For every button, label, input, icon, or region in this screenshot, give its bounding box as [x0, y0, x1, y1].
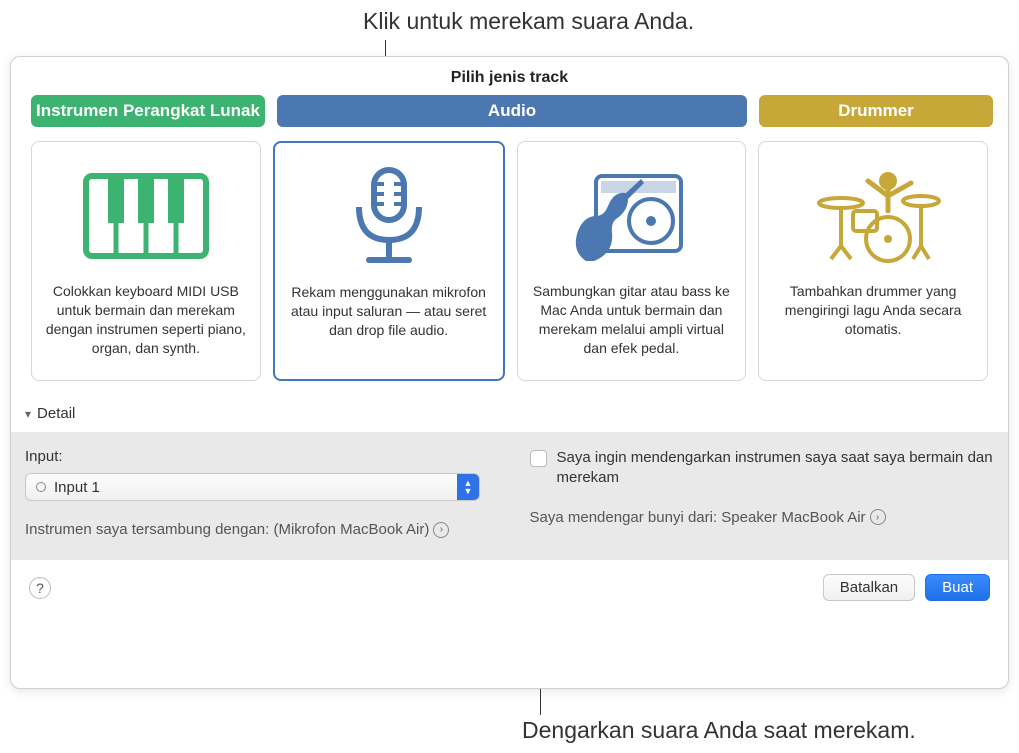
input-select[interactable]: Input 1 ▲▼ [25, 473, 480, 501]
card-audio-mic[interactable]: Rekam menggunakan mikrofon atau input sa… [273, 141, 505, 381]
monitoring-label: Saya ingin mendengarkan instrumen saya s… [557, 448, 995, 489]
cancel-button[interactable]: Batalkan [823, 574, 915, 601]
create-button[interactable]: Buat [925, 574, 990, 601]
detail-panel: Input: Input 1 ▲▼ Instrumen saya tersamb… [11, 432, 1008, 560]
detail-disclosure[interactable]: ▾ Detail [11, 381, 1008, 432]
tab-software-instrument[interactable]: Instrumen Perangkat Lunak [31, 95, 265, 127]
track-type-tabs: Instrumen Perangkat Lunak Audio Drummer [11, 95, 1008, 127]
select-stepper-icon: ▲▼ [457, 474, 479, 500]
tab-drummer[interactable]: Drummer [759, 95, 993, 127]
go-arrow-icon: › [870, 509, 886, 525]
track-cards: Colokkan keyboard MIDI USB untuk bermain… [11, 127, 1008, 381]
guitar-amp-icon [566, 156, 696, 276]
chevron-down-icon: ▾ [25, 407, 31, 421]
card-guitar-desc: Sambungkan gitar atau bass ke Mac Anda u… [530, 282, 734, 358]
input-select-value: Input 1 [54, 479, 100, 496]
output-device-text[interactable]: Saya mendengar bunyi dari: Speaker MacBo… [530, 509, 995, 526]
card-software-instrument[interactable]: Colokkan keyboard MIDI USB untuk bermain… [31, 141, 261, 381]
callout-bottom-text: Dengarkan suara Anda saat merekam. [522, 717, 916, 744]
card-drummer-desc: Tambahkan drummer yang mengiringi lagu A… [771, 282, 975, 339]
keyboard-icon [81, 156, 211, 276]
drummer-icon [803, 156, 943, 276]
input-label: Input: [25, 448, 490, 465]
new-track-dialog: Pilih jenis track Instrumen Perangkat Lu… [10, 56, 1009, 689]
microphone-icon [334, 157, 444, 277]
monitoring-checkbox[interactable] [530, 450, 547, 467]
card-drummer[interactable]: Tambahkan drummer yang mengiringi lagu A… [758, 141, 988, 381]
input-channel-icon [36, 482, 46, 492]
dialog-title: Pilih jenis track [11, 57, 1008, 95]
input-device-text[interactable]: Instrumen saya tersambung dengan: (Mikro… [25, 521, 490, 538]
card-audio-guitar[interactable]: Sambungkan gitar atau bass ke Mac Anda u… [517, 141, 747, 381]
help-button[interactable]: ? [29, 577, 51, 599]
detail-label: Detail [37, 405, 75, 422]
detail-input-column: Input: Input 1 ▲▼ Instrumen saya tersamb… [25, 448, 490, 538]
tab-audio[interactable]: Audio [277, 95, 747, 127]
detail-monitor-column: Saya ingin mendengarkan instrumen saya s… [530, 448, 995, 538]
go-arrow-icon: › [433, 522, 449, 538]
card-software-desc: Colokkan keyboard MIDI USB untuk bermain… [44, 282, 248, 358]
callout-top-text: Klik untuk merekam suara Anda. [363, 8, 694, 35]
output-device-label: Saya mendengar bunyi dari: Speaker MacBo… [530, 509, 866, 526]
input-device-label: Instrumen saya tersambung dengan: (Mikro… [25, 521, 429, 538]
card-mic-desc: Rekam menggunakan mikrofon atau input sa… [287, 283, 491, 340]
dialog-footer: ? Batalkan Buat [11, 560, 1008, 615]
